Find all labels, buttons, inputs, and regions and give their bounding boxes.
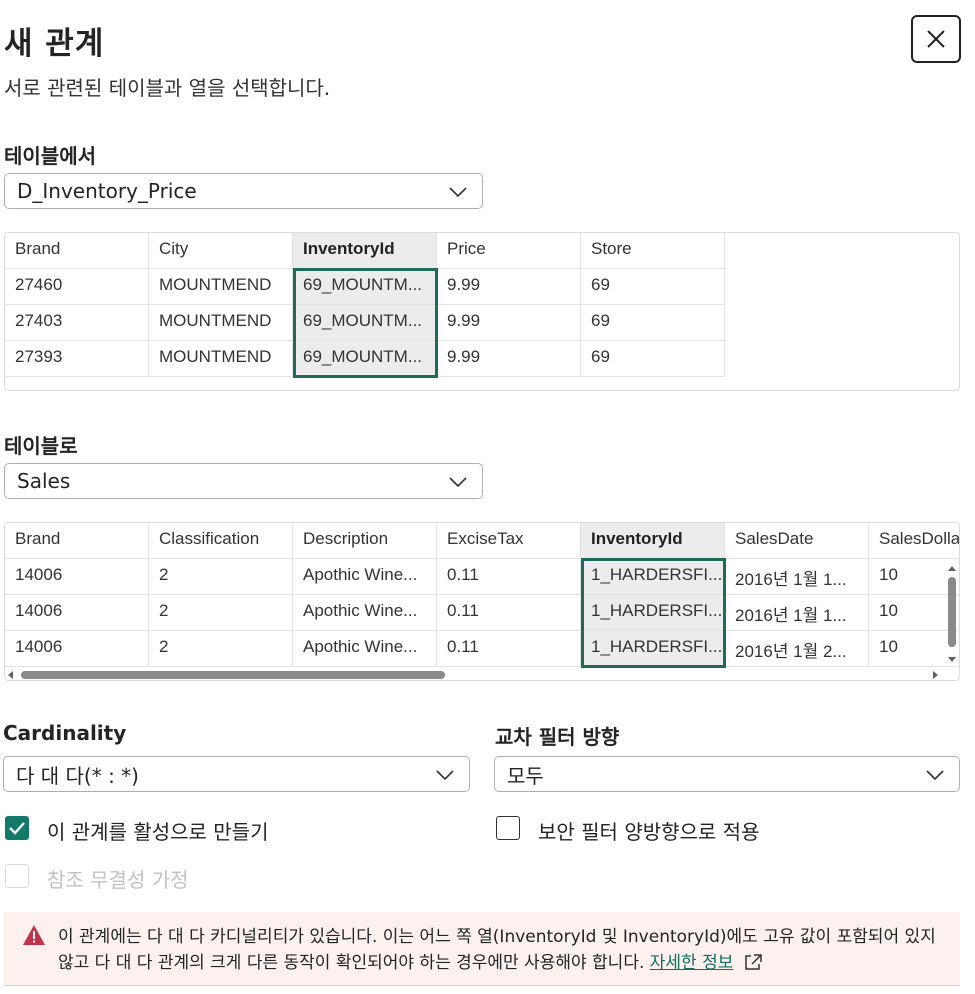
- make-active-label: 이 관계를 활성으로 만들기: [47, 820, 269, 844]
- to-table-grid: Brand Classification Description ExciseTax I…: [5, 523, 959, 667]
- from-table-cell[interactable]: 69_MOUNTM...: [293, 269, 437, 305]
- bidirectional-security-checkbox[interactable]: [496, 816, 520, 840]
- to-column-header[interactable]: Description: [293, 523, 437, 559]
- to-table-cell[interactable]: 0.11: [437, 631, 581, 667]
- referential-integrity-label: 참조 무결성 가정: [47, 868, 189, 892]
- from-table-row: 27460 MOUNTMEND 69_MOUNTM... 9.99 69: [5, 269, 725, 305]
- to-column-header[interactable]: InventoryId: [581, 523, 725, 559]
- cross-filter-value: 모두: [507, 763, 544, 788]
- make-active-checkbox[interactable]: [5, 816, 29, 840]
- to-column-header[interactable]: ExciseTax: [437, 523, 581, 559]
- from-table-dropdown[interactable]: D_Inventory_Price: [4, 173, 483, 209]
- to-table-cell[interactable]: 2016년 1월 1...: [725, 595, 869, 631]
- bidirectional-security-label: 보안 필터 양방향으로 적용: [538, 820, 760, 844]
- close-icon: [927, 30, 945, 48]
- from-table-cell[interactable]: 69: [581, 269, 725, 305]
- from-table-label: 테이블에서: [4, 144, 96, 168]
- to-table-cell[interactable]: 1_HARDERSFI...: [581, 595, 725, 631]
- to-table-row: 14006 2 Apothic Wine... 0.11 1_HARDERSFI... 2…: [5, 595, 959, 631]
- to-table-cell[interactable]: 14006: [5, 559, 149, 595]
- to-table-cell[interactable]: 14006: [5, 631, 149, 667]
- from-table-cell[interactable]: MOUNTMEND: [149, 305, 293, 341]
- to-table-row: 14006 2 Apothic Wine... 0.11 1_HARDERSFI... 2…: [5, 559, 959, 595]
- to-column-header[interactable]: Classification: [149, 523, 293, 559]
- cardinality-label: Cardinality: [3, 721, 127, 745]
- to-table-cell[interactable]: 2: [149, 559, 293, 595]
- to-column-header[interactable]: SalesDate: [725, 523, 869, 559]
- dialog-subtitle: 서로 관련된 테이블과 열을 선택합니다.: [4, 76, 331, 100]
- from-table-cell[interactable]: 69_MOUNTM...: [293, 305, 437, 341]
- cross-filter-label: 교차 필터 방향: [495, 725, 620, 749]
- to-table-cell[interactable]: 1_HARDERSFI...: [581, 559, 725, 595]
- to-table-value: Sales: [17, 469, 71, 493]
- external-link-icon[interactable]: [743, 953, 763, 971]
- to-table-cell[interactable]: Apothic Wine...: [293, 631, 437, 667]
- to-table-cell[interactable]: 2016년 1월 1...: [725, 559, 869, 595]
- from-table-value: D_Inventory_Price: [17, 179, 197, 203]
- chevron-down-icon: [436, 770, 454, 781]
- to-table-cell[interactable]: 1_HARDERSFI...: [581, 631, 725, 667]
- from-column-header[interactable]: Brand: [5, 233, 149, 269]
- to-table-cell[interactable]: Apothic Wine...: [293, 559, 437, 595]
- from-table-cell[interactable]: 69: [581, 305, 725, 341]
- from-table-cell[interactable]: 9.99: [437, 269, 581, 305]
- to-table-dropdown[interactable]: Sales: [4, 463, 483, 499]
- from-table-cell[interactable]: MOUNTMEND: [149, 269, 293, 305]
- learn-more-link[interactable]: 자세한 정보: [650, 953, 734, 973]
- warning-icon: [23, 925, 45, 945]
- from-table-cell[interactable]: 69: [581, 341, 725, 377]
- to-table-cell[interactable]: 2: [149, 595, 293, 631]
- to-table-cell[interactable]: 14006: [5, 595, 149, 631]
- to-column-header[interactable]: Brand: [5, 523, 149, 559]
- from-table-cell[interactable]: 27460: [5, 269, 149, 305]
- to-table-cell[interactable]: 2: [149, 631, 293, 667]
- to-table-cell[interactable]: 0.11: [437, 559, 581, 595]
- warning-text: 이 관계에는 다 대 다 카디널리티가 있습니다. 이는 어느 쪽 열(Inve…: [58, 927, 936, 973]
- from-table-grid: Brand City InventoryId Price Store 27460 MOUNT…: [5, 233, 725, 377]
- to-table-preview: Brand Classification Description ExciseTax I…: [4, 522, 960, 681]
- from-table-cell[interactable]: 69_MOUNTM...: [293, 341, 437, 377]
- checkmark-icon: [9, 822, 25, 835]
- chevron-down-icon: [449, 187, 467, 198]
- from-column-header[interactable]: Price: [437, 233, 581, 269]
- to-table-row: 14006 2 Apothic Wine... 0.11 1_HARDERSFI... 2…: [5, 631, 959, 667]
- vertical-scrollbar[interactable]: [945, 563, 959, 667]
- from-table-cell[interactable]: 9.99: [437, 305, 581, 341]
- cross-filter-dropdown[interactable]: 모두: [494, 756, 960, 792]
- close-button[interactable]: [911, 15, 961, 63]
- chevron-down-icon: [926, 770, 944, 781]
- from-column-header[interactable]: City: [149, 233, 293, 269]
- dialog-title: 새 관계: [4, 26, 105, 62]
- to-header-row: Brand Classification Description ExciseTax I…: [5, 523, 959, 559]
- from-column-header[interactable]: Store: [581, 233, 725, 269]
- to-column-header[interactable]: SalesDolla: [869, 523, 959, 559]
- from-column-header[interactable]: InventoryId: [293, 233, 437, 269]
- warning-message: 이 관계에는 다 대 다 카디널리티가 있습니다. 이는 어느 쪽 열(Inve…: [58, 924, 948, 976]
- chevron-down-icon: [449, 477, 467, 488]
- from-table-row: 27393 MOUNTMEND 69_MOUNTM... 9.99 69: [5, 341, 725, 377]
- horizontal-scrollbar[interactable]: [5, 667, 945, 680]
- from-table-cell[interactable]: 27393: [5, 341, 149, 377]
- from-table-cell[interactable]: 9.99: [437, 341, 581, 377]
- cardinality-dropdown[interactable]: 다 대 다(* : *): [3, 756, 470, 792]
- from-table-cell[interactable]: MOUNTMEND: [149, 341, 293, 377]
- cardinality-value: 다 대 다(* : *): [16, 763, 139, 788]
- from-table-preview: Brand City InventoryId Price Store 27460 MOUNT…: [4, 232, 960, 391]
- warning-banner: 이 관계에는 다 대 다 카디널리티가 있습니다. 이는 어느 쪽 열(Inve…: [4, 912, 960, 986]
- referential-integrity-checkbox[interactable]: [5, 864, 29, 888]
- from-table-cell[interactable]: 27403: [5, 305, 149, 341]
- to-table-cell[interactable]: 2016년 1월 2...: [725, 631, 869, 667]
- to-table-label: 테이블로: [4, 434, 78, 458]
- to-table-cell[interactable]: Apothic Wine...: [293, 595, 437, 631]
- to-table-cell[interactable]: 0.11: [437, 595, 581, 631]
- from-header-row: Brand City InventoryId Price Store: [5, 233, 725, 269]
- from-table-row: 27403 MOUNTMEND 69_MOUNTM... 9.99 69: [5, 305, 725, 341]
